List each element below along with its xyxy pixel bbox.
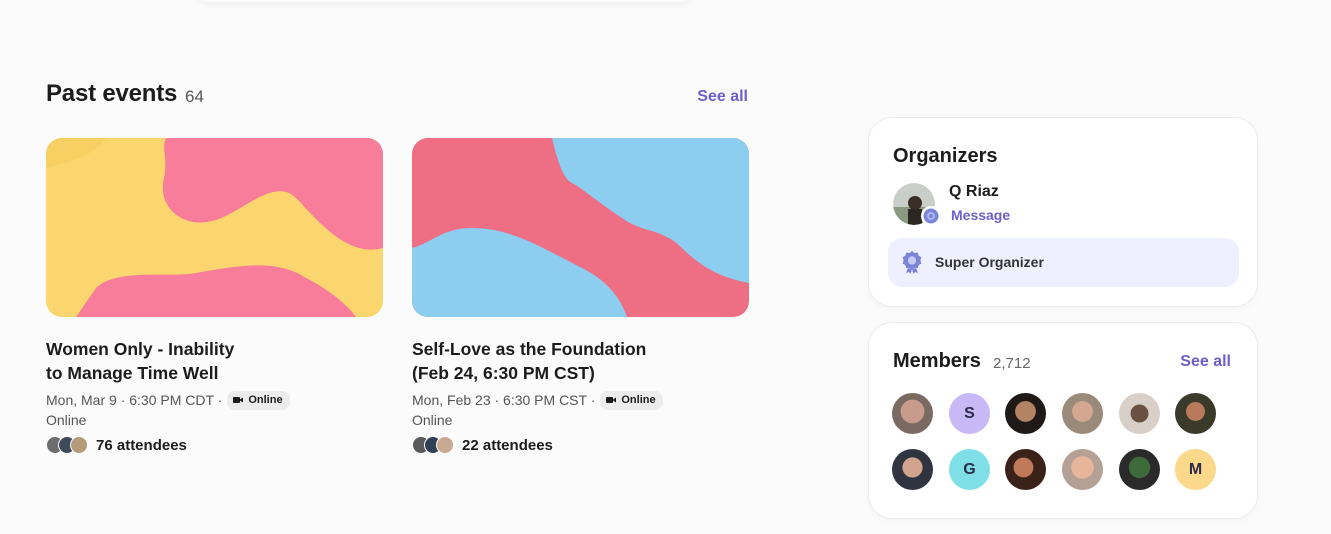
organizer-name[interactable]: Q Riaz: [949, 183, 999, 201]
avatar: [70, 436, 88, 454]
members-title: Members: [893, 350, 981, 372]
past-events-header: Past events 64 See all: [46, 80, 748, 114]
past-events-see-all-link[interactable]: See all: [697, 88, 748, 106]
attendees-row[interactable]: 76 attendees: [46, 436, 383, 454]
organizer-avatar[interactable]: [893, 183, 941, 226]
super-organizer-badge: [921, 206, 941, 226]
event-title-line-2: (Feb 24, 6:30 PM CST): [412, 363, 595, 383]
event-card[interactable]: Self-Love as the Foundation (Feb 24, 6:3…: [412, 138, 749, 454]
super-organizer-icon: [902, 251, 922, 274]
video-camera-icon: [606, 397, 617, 403]
event-cover-image: [412, 138, 749, 317]
member-avatar[interactable]: [1005, 393, 1046, 434]
online-badge-label: Online: [248, 394, 283, 406]
online-badge-label: Online: [621, 394, 656, 406]
member-avatar[interactable]: M: [1175, 449, 1216, 490]
event-date: Mon, Mar 9 · 6:30 PM CDT ·: [46, 392, 223, 408]
member-initial: S: [964, 404, 975, 422]
member-avatar[interactable]: [892, 393, 933, 434]
member-avatar[interactable]: [1119, 449, 1160, 490]
members-count: 2,712: [993, 355, 1031, 372]
member-avatar[interactable]: [1175, 393, 1216, 434]
organizers-title: Organizers: [893, 145, 998, 167]
event-date-row: Mon, Feb 23 · 6:30 PM CST · Online: [412, 390, 749, 410]
avatar: [436, 436, 454, 454]
attendee-count: 22 attendees: [462, 436, 553, 454]
member-initial: M: [1188, 460, 1203, 478]
event-title-line-1: Women Only - Inability: [46, 339, 235, 359]
member-avatar[interactable]: G: [949, 449, 990, 490]
attendee-avatars: [46, 436, 94, 454]
message-organizer-link[interactable]: Message: [951, 207, 1010, 223]
event-location: Online: [412, 412, 453, 428]
member-avatar[interactable]: [1119, 393, 1160, 434]
super-organizer-icon: [923, 208, 939, 224]
past-events-count: 64: [185, 87, 204, 106]
member-avatar[interactable]: [1062, 393, 1103, 434]
top-card-shadow: [200, 0, 690, 2]
member-avatar[interactable]: [1062, 449, 1103, 490]
member-initial: G: [963, 460, 976, 478]
event-date-row: Mon, Mar 9 · 6:30 PM CDT · Online: [46, 390, 383, 410]
online-badge: Online: [227, 390, 290, 410]
event-date: Mon, Feb 23 · 6:30 PM CST ·: [412, 392, 596, 408]
super-organizer-bar: Super Organizer: [888, 238, 1239, 287]
event-title[interactable]: Women Only - Inability to Manage Time We…: [46, 337, 383, 385]
member-avatar[interactable]: [892, 449, 933, 490]
attendees-row[interactable]: 22 attendees: [412, 436, 749, 454]
past-events-title: Past events: [46, 80, 178, 107]
member-avatar[interactable]: [1005, 449, 1046, 490]
super-organizer-label: Super Organizer: [935, 254, 1044, 270]
event-cover-image: [46, 138, 383, 317]
event-title-line-2: to Manage Time Well: [46, 363, 219, 383]
members-see-all-link[interactable]: See all: [1180, 353, 1231, 371]
event-card[interactable]: Women Only - Inability to Manage Time We…: [46, 138, 383, 454]
organizers-panel: Organizers Q Riaz Message Super Organize…: [868, 117, 1258, 307]
online-badge: Online: [600, 390, 663, 410]
attendee-avatars: [412, 436, 460, 454]
attendee-count: 76 attendees: [96, 436, 187, 454]
video-camera-icon: [233, 397, 244, 403]
members-panel: Members 2,712 See all S G M: [868, 322, 1258, 519]
event-title-line-1: Self-Love as the Foundation: [412, 339, 647, 359]
member-avatar[interactable]: S: [949, 393, 990, 434]
event-title[interactable]: Self-Love as the Foundation (Feb 24, 6:3…: [412, 337, 749, 385]
event-location: Online: [46, 412, 87, 428]
